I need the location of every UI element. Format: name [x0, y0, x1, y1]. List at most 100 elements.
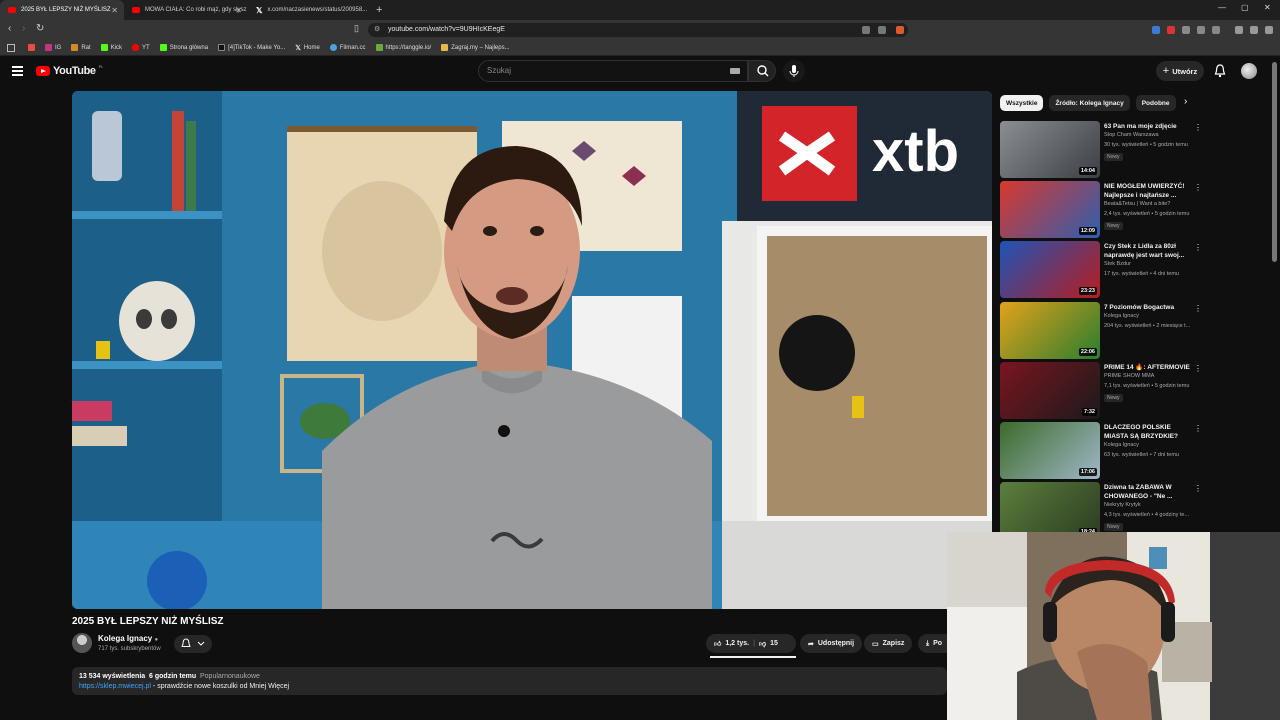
bookmark-item[interactable]: https://tanggle.io/: [375, 44, 431, 51]
tab-close-icon[interactable]: ✕: [111, 6, 118, 15]
extension-icon[interactable]: [1182, 26, 1190, 34]
thumbs-down-icon[interactable]: 👎︎: [759, 639, 766, 648]
bookmark-item[interactable]: IG: [45, 44, 61, 51]
thumbs-up-icon[interactable]: 👍︎: [714, 639, 721, 648]
browser-tab[interactable]: 2025 BYŁ LEPSZY NIŻ MYŚLISZ ✕: [0, 0, 124, 20]
recommendation-title[interactable]: DLACZEGO POLSKIE MIASTA SĄ BRZYDKIE?: [1104, 423, 1190, 441]
tab-close-icon[interactable]: ✕: [235, 6, 242, 15]
video-thumbnail[interactable]: 18:24: [1000, 482, 1100, 539]
video-thumbnail[interactable]: 7:32: [1000, 362, 1100, 419]
recommendation-title[interactable]: 7 Poziomów Bogactwa: [1104, 303, 1190, 312]
maximize-icon[interactable]: ▢: [1241, 3, 1249, 12]
minimize-icon[interactable]: —: [1218, 3, 1226, 12]
video-description[interactable]: 13 534 wyświetlenia 6 godzin temu Popula…: [72, 667, 947, 695]
recommendation-item[interactable]: 14:04 63 Pan ma moje zdjęcie Stop Cham War…: [1000, 121, 1236, 179]
more-options-icon[interactable]: ⋮: [1194, 364, 1202, 373]
extension-icon[interactable]: [1167, 26, 1175, 34]
channel-avatar[interactable]: [72, 633, 92, 653]
media-icon[interactable]: [1235, 26, 1243, 34]
video-thumbnail[interactable]: 22:06: [1000, 302, 1100, 359]
cast-icon[interactable]: [862, 26, 870, 34]
apps-grid-icon[interactable]: [7, 44, 15, 52]
more-options-icon[interactable]: ⋮: [1194, 243, 1202, 252]
recommendation-title[interactable]: Czy Stek z Lidla za 80zł naprawdę jest w…: [1104, 242, 1190, 260]
forward-icon[interactable]: ›: [22, 23, 25, 34]
search-input[interactable]: Szukaj: [478, 60, 748, 82]
dislike-count[interactable]: 15: [770, 640, 778, 647]
bookmark-item[interactable]: Rat: [71, 44, 91, 51]
recommendation-channel[interactable]: Stop Cham Warszawa: [1104, 132, 1159, 138]
site-info-icon[interactable]: ⚙: [374, 23, 380, 37]
more-options-icon[interactable]: ⋮: [1194, 424, 1202, 433]
bookmark-icon[interactable]: ▯: [354, 23, 359, 34]
recommendation-channel[interactable]: Kolega Ignacy: [1104, 442, 1139, 448]
create-button[interactable]: + Utwórz: [1156, 61, 1204, 81]
chip-from-channel[interactable]: Źródło: Kolega Ignacy: [1049, 95, 1130, 111]
youtube-logo[interactable]: YouTube PL: [36, 64, 104, 77]
bookmark-item[interactable]: [28, 44, 35, 51]
extension-icon[interactable]: [1152, 26, 1160, 34]
recommendation-channel[interactable]: PRIME SHOW MMA: [1104, 373, 1154, 379]
like-count[interactable]: 1,2 tys.: [725, 640, 749, 647]
hamburger-menu-icon[interactable]: [12, 66, 23, 76]
new-tab-icon[interactable]: +: [376, 4, 382, 16]
bookmark-item[interactable]: Strona główna: [159, 44, 208, 51]
recommendation-title[interactable]: NIE MOGŁEM UWIERZYĆ! Najlepsze i najtańs…: [1104, 182, 1190, 200]
more-options-icon[interactable]: ⋮: [1194, 183, 1202, 192]
recommendation-channel[interactable]: Beata&Tetsu | Want a bite?: [1104, 201, 1170, 207]
chip-all[interactable]: Wszystkie: [1000, 95, 1044, 111]
recommendation-channel[interactable]: Stek Bzdur: [1104, 261, 1131, 267]
recommendation-item[interactable]: 7:32 PRIME 14 🔥: AFTERMOVIE PRIME SHOW MMA…: [1000, 362, 1236, 420]
recommendation-item[interactable]: 12:09 NIE MOGŁEM UWIERZYĆ! Najlepsze i na…: [1000, 181, 1236, 239]
menu-icon[interactable]: [1265, 26, 1273, 34]
download-button[interactable]: ⤓ Po: [918, 634, 947, 653]
subscription-bell-button[interactable]: [174, 635, 212, 653]
bookmark-item[interactable]: Zagraj.my – Najleps...: [441, 44, 510, 51]
video-player[interactable]: xtb: [72, 91, 992, 609]
brave-shield-icon[interactable]: [896, 26, 904, 34]
extension-icon[interactable]: [1212, 26, 1220, 34]
search-button[interactable]: [748, 60, 776, 82]
recommendation-title[interactable]: 63 Pan ma moje zdjęcie: [1104, 122, 1190, 131]
share-button[interactable]: ➦ Udostępnij: [800, 634, 863, 653]
recommendation-item[interactable]: 17:06 DLACZEGO POLSKIE MIASTA SĄ BRZYDKIE…: [1000, 422, 1236, 480]
chevron-right-icon[interactable]: ›: [1184, 96, 1187, 107]
bookmark-item[interactable]: 𝕏 Home: [295, 44, 320, 52]
keyboard-icon[interactable]: [730, 68, 740, 74]
channel-name[interactable]: Kolega Ignacy ●: [98, 634, 158, 643]
extension-icon[interactable]: [1197, 26, 1205, 34]
chip-related[interactable]: Podobne: [1135, 95, 1176, 111]
account-avatar[interactable]: [1241, 63, 1257, 79]
share-icon[interactable]: [878, 26, 886, 34]
browser-tab[interactable]: MOWA CIAŁA: Co robi mąż, gdy słysz ✕: [124, 0, 248, 20]
notifications-bell-icon[interactable]: [1214, 64, 1226, 78]
description-link[interactable]: https://sklep.mwiecej.pl: [79, 683, 151, 690]
reload-icon[interactable]: ↻: [36, 23, 44, 34]
bookmark-item[interactable]: YT: [132, 44, 150, 51]
bookmark-item[interactable]: Filman.cc: [329, 44, 366, 51]
recommendation-channel[interactable]: Kolega Ignacy: [1104, 313, 1139, 319]
recommendation-title[interactable]: PRIME 14 🔥: AFTERMOVIE: [1104, 363, 1190, 372]
browser-tab[interactable]: 𝕏 x.com/naczasienews/status/200958...: [248, 0, 372, 20]
bookmark-item[interactable]: [4]TikTok - Make Yo...: [218, 44, 285, 51]
bookmark-item[interactable]: Kick: [100, 44, 122, 51]
video-thumbnail[interactable]: 17:06: [1000, 422, 1100, 479]
voice-search-button[interactable]: [783, 60, 805, 82]
more-options-icon[interactable]: ⋮: [1194, 484, 1202, 493]
save-button[interactable]: ▭ Zapisz: [864, 634, 913, 653]
video-thumbnail[interactable]: 23:23: [1000, 241, 1100, 298]
scrollbar[interactable]: [1272, 62, 1277, 262]
url-field[interactable]: ⚙ youtube.com/watch?v=9U9HIcKEegE: [368, 23, 908, 37]
video-thumbnail[interactable]: 12:09: [1000, 181, 1100, 238]
more-options-icon[interactable]: ⋮: [1194, 123, 1202, 132]
more-options-icon[interactable]: ⋮: [1194, 304, 1202, 313]
video-category[interactable]: Popularnonaukowe: [200, 673, 260, 680]
recommendation-item[interactable]: 22:06 7 Poziomów Bogactwa Kolega Ignacy 204…: [1000, 302, 1236, 360]
window-close-icon[interactable]: ✕: [1264, 3, 1271, 12]
recommendation-channel[interactable]: Niekryty Krytyk: [1104, 502, 1141, 508]
back-icon[interactable]: ‹: [8, 23, 11, 34]
recommendation-title[interactable]: Dziwna ta ZABAWA W CHOWANEGO - "Ne ...: [1104, 483, 1190, 501]
video-thumbnail[interactable]: 14:04: [1000, 121, 1100, 178]
recommendation-item[interactable]: 23:23 Czy Stek z Lidla za 80zł naprawdę j…: [1000, 241, 1236, 299]
wallet-icon[interactable]: [1250, 26, 1258, 34]
